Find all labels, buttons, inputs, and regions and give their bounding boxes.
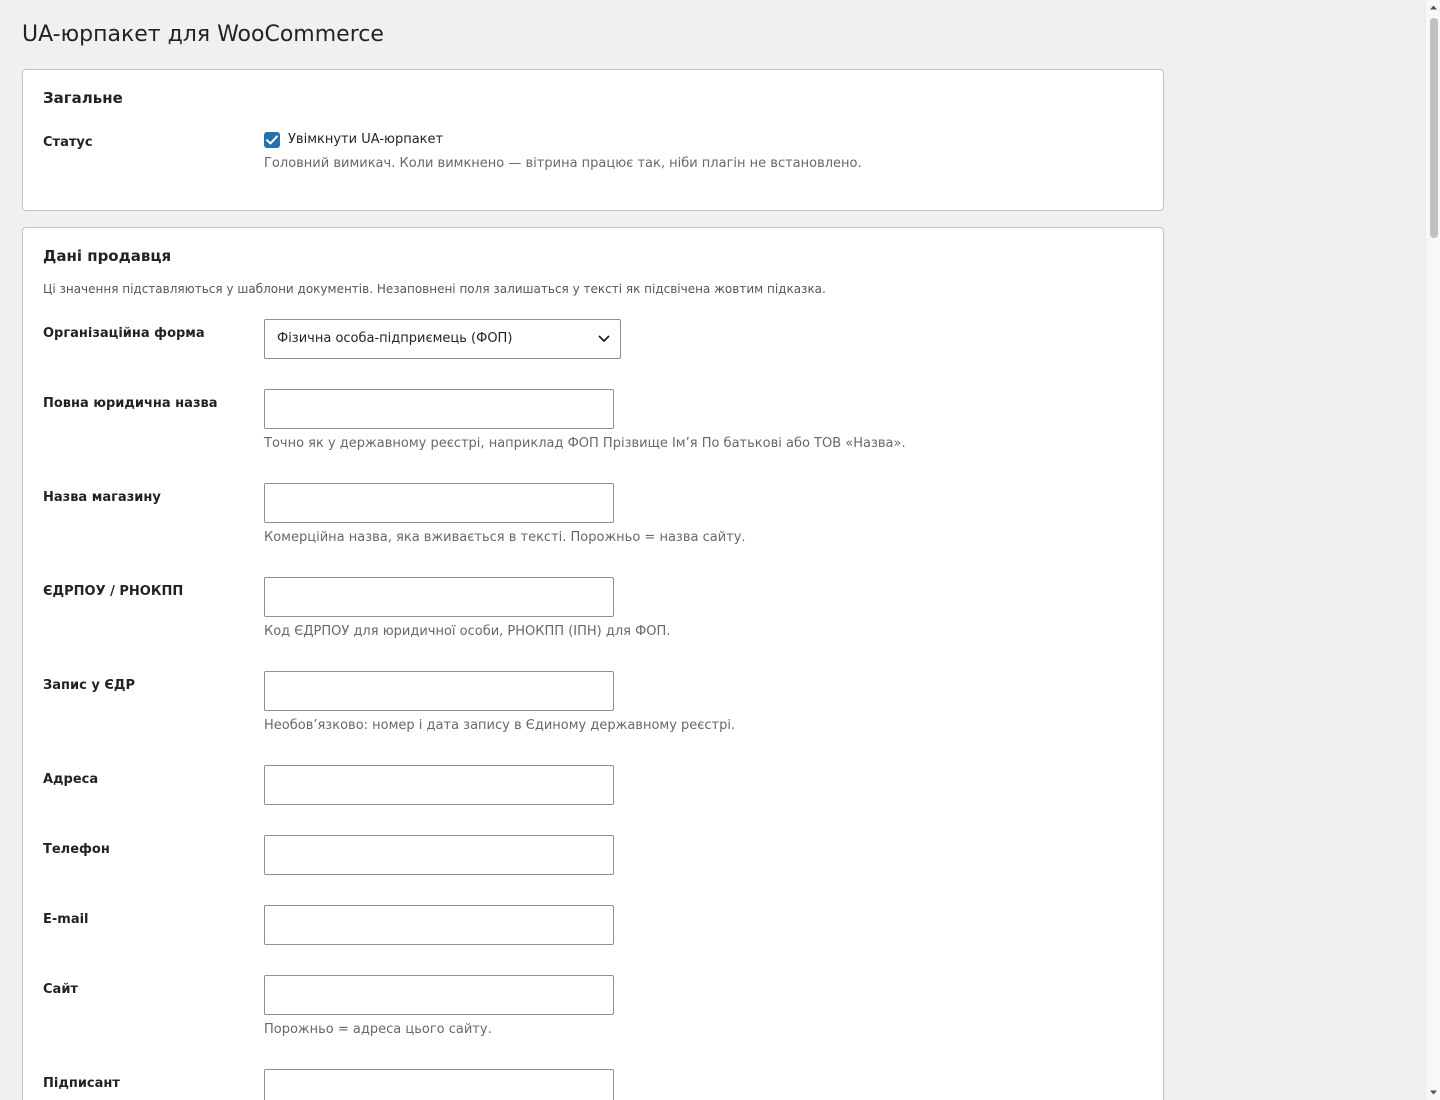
shop-name-row: Назва магазину Комерційна назва, яка вжи… [43, 482, 1143, 547]
org-form-field: Фізична особа-підприємець (ФОП) [264, 318, 1143, 359]
signatory-field [264, 1068, 1143, 1100]
page: UA-юрпакет для WooCommerce Загальне Стат… [0, 0, 1440, 1100]
org-form-label: Організаційна форма [43, 325, 205, 341]
edrpou-hint: Код ЄДРПОУ для юридичної особи, РНОКПП (… [264, 623, 671, 639]
email-input[interactable] [264, 904, 614, 945]
website-field: Порожньо = адреса цього сайту. [264, 974, 1143, 1039]
address-field [264, 764, 1143, 805]
address-input[interactable] [264, 764, 614, 805]
legal-name-row: Повна юридична назва Точно як у державно… [43, 388, 1143, 453]
website-input[interactable] [264, 974, 614, 1015]
scrollbar-thumb[interactable] [1430, 18, 1438, 238]
phone-label: Телефон [43, 841, 110, 857]
seller-heading: Дані продавця [43, 246, 172, 265]
edrpou-label: ЄДРПОУ / РНОКПП [43, 583, 184, 599]
checkmark-icon [266, 134, 278, 144]
edr-record-input[interactable] [264, 670, 614, 711]
edr-record-label: Запис у ЄДР [43, 677, 135, 693]
org-form-select[interactable]: Фізична особа-підприємець (ФОП) [264, 318, 621, 359]
signatory-row: Підписант [43, 1068, 1143, 1100]
email-row: E-mail [43, 904, 1143, 945]
org-form-selected: Фізична особа-підприємець (ФОП) [277, 331, 513, 347]
shop-name-label: Назва магазину [43, 489, 161, 505]
page-scrollbar[interactable] [1425, 0, 1440, 1100]
edrpou-input[interactable] [264, 576, 614, 617]
scroll-down-arrow-icon[interactable] [1429, 1088, 1438, 1097]
edr-record-row: Запис у ЄДР Необов’язково: номер і дата … [43, 670, 1143, 735]
legal-name-input[interactable] [264, 388, 614, 429]
general-heading: Загальне [43, 88, 123, 107]
org-form-row: Організаційна форма Фізична особа-підпри… [43, 318, 1143, 359]
shop-name-field: Комерційна назва, яка вживається в текст… [264, 482, 1143, 547]
email-field [264, 904, 1143, 945]
edr-record-field: Необов’язково: номер і дата запису в Єди… [264, 670, 1143, 735]
enable-checkbox-label[interactable]: Увімкнути UA-юрпакет [288, 132, 443, 147]
enable-checkbox[interactable] [264, 131, 280, 148]
edr-record-hint: Необов’язково: номер і дата запису в Єди… [264, 717, 736, 733]
phone-field [264, 834, 1143, 875]
phone-input[interactable] [264, 834, 614, 875]
edrpou-field: Код ЄДРПОУ для юридичної особи, РНОКПП (… [264, 576, 1143, 641]
enable-checkbox-line[interactable]: Увімкнути UA-юрпакет [264, 130, 1143, 150]
scroll-up-arrow-icon[interactable] [1429, 3, 1438, 12]
status-label: Статус [43, 134, 93, 150]
general-section: Загальне Статус Увімкнути UA-юрпакет Гол… [22, 68, 1164, 211]
signatory-label: Підписант [43, 1075, 120, 1091]
status-field: Увімкнути UA-юрпакет Головний вимикач. К… [264, 130, 1143, 173]
email-label: E-mail [43, 911, 89, 927]
page-title: UA-юрпакет для WooCommerce [22, 22, 384, 47]
website-hint: Порожньо = адреса цього сайту. [264, 1021, 492, 1037]
address-row: Адреса [43, 764, 1143, 805]
seller-section: Дані продавця Ці значення підставляються… [22, 226, 1164, 1100]
website-label: Сайт [43, 981, 78, 997]
legal-name-hint: Точно як у державному реєстрі, наприклад… [264, 435, 906, 451]
phone-row: Телефон [43, 834, 1143, 875]
website-row: Сайт Порожньо = адреса цього сайту. [43, 974, 1143, 1039]
status-hint: Головний вимикач. Коли вимкнено — вітрин… [264, 155, 862, 171]
shop-name-input[interactable] [264, 482, 614, 523]
shop-name-hint: Комерційна назва, яка вживається в текст… [264, 529, 746, 545]
edrpou-row: ЄДРПОУ / РНОКПП Код ЄДРПОУ для юридичної… [43, 576, 1143, 641]
legal-name-field: Точно як у державному реєстрі, наприклад… [264, 388, 1143, 453]
chevron-down-icon [598, 335, 610, 342]
seller-description: Ці значення підставляються у шаблони док… [43, 281, 826, 296]
legal-name-label: Повна юридична назва [43, 395, 218, 411]
address-label: Адреса [43, 771, 99, 787]
status-row: Статус Увімкнути UA-юрпакет Головний вим… [43, 130, 1143, 173]
settings-wrap: UA-юрпакет для WooCommerce Загальне Стат… [22, 0, 1164, 1100]
signatory-input[interactable] [264, 1068, 614, 1100]
